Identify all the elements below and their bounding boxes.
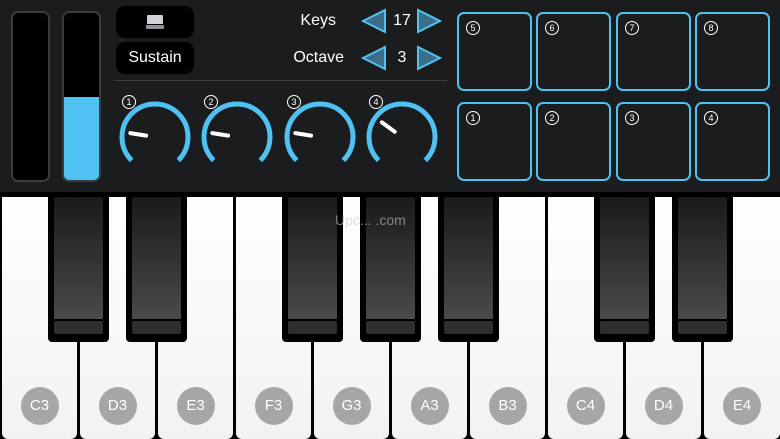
pad-8[interactable]: 8 [695, 12, 770, 91]
pad-1[interactable]: 1 [457, 102, 532, 181]
knob-number: 2 [204, 95, 218, 109]
knob-number: 1 [122, 95, 136, 109]
keys-decrease-button[interactable] [361, 8, 387, 34]
pad-2[interactable]: 2 [536, 102, 611, 181]
knob-4[interactable]: 4 [364, 93, 440, 175]
pad-5[interactable]: 5 [457, 12, 532, 91]
pad-number: 8 [704, 21, 718, 35]
octave-label: Octave [293, 49, 344, 66]
slider-fill [64, 96, 99, 180]
pad-number: 7 [625, 21, 639, 35]
note-label: D3 [98, 387, 137, 425]
knob-2[interactable]: 2 [199, 93, 275, 175]
keys-label: Keys [300, 12, 336, 29]
keyboard-icon [146, 15, 164, 29]
volume-slider-left[interactable] [11, 11, 50, 182]
keyboard-button[interactable] [116, 6, 194, 38]
note-label: C3 [20, 387, 59, 425]
pad-6[interactable]: 6 [536, 12, 611, 91]
pad-number: 3 [625, 111, 639, 125]
note-label: G3 [332, 387, 371, 425]
black-key-a-sharp3[interactable] [438, 197, 499, 342]
keys-increase-button[interactable] [416, 8, 442, 34]
note-label: B3 [488, 387, 527, 425]
octave-value: 3 [397, 49, 407, 66]
pad-number: 4 [704, 111, 718, 125]
pad-7[interactable]: 7 [616, 12, 691, 91]
note-label: A3 [410, 387, 449, 425]
pad-4[interactable]: 4 [695, 102, 770, 181]
pad-number: 1 [466, 111, 480, 125]
watermark: Upc... .com [335, 212, 406, 228]
piano-keyboard: C3 D3 E3 F3 G3 A3 B3 C4 D4 E4 [0, 197, 780, 439]
knob-number: 4 [369, 95, 383, 109]
knob-3[interactable]: 3 [282, 93, 358, 175]
black-key-d-sharp3[interactable] [126, 197, 187, 342]
sustain-button[interactable]: Sustain [116, 42, 194, 74]
note-label: E3 [176, 387, 215, 425]
control-panel: Sustain Keys 17 Octave 3 1 2 3 4 5 6 7 8… [0, 0, 780, 192]
note-label: E4 [723, 387, 761, 425]
note-label: D4 [644, 387, 683, 425]
octave-increase-button[interactable] [416, 45, 442, 71]
volume-slider-right[interactable] [62, 11, 101, 182]
divider [114, 80, 447, 81]
keys-value: 17 [393, 12, 411, 29]
octave-decrease-button[interactable] [361, 45, 387, 71]
knob-1[interactable]: 1 [117, 93, 193, 175]
note-label: C4 [566, 387, 605, 425]
pad-number: 2 [545, 111, 559, 125]
pad-number: 6 [545, 21, 559, 35]
black-key-c-sharp3[interactable] [48, 197, 109, 342]
knob-number: 3 [287, 95, 301, 109]
note-label: F3 [254, 387, 293, 425]
pad-3[interactable]: 3 [616, 102, 691, 181]
black-key-f-sharp3[interactable] [282, 197, 343, 342]
pad-number: 5 [466, 21, 480, 35]
black-key-d-sharp4[interactable] [672, 197, 733, 342]
black-key-c-sharp4[interactable] [594, 197, 655, 342]
